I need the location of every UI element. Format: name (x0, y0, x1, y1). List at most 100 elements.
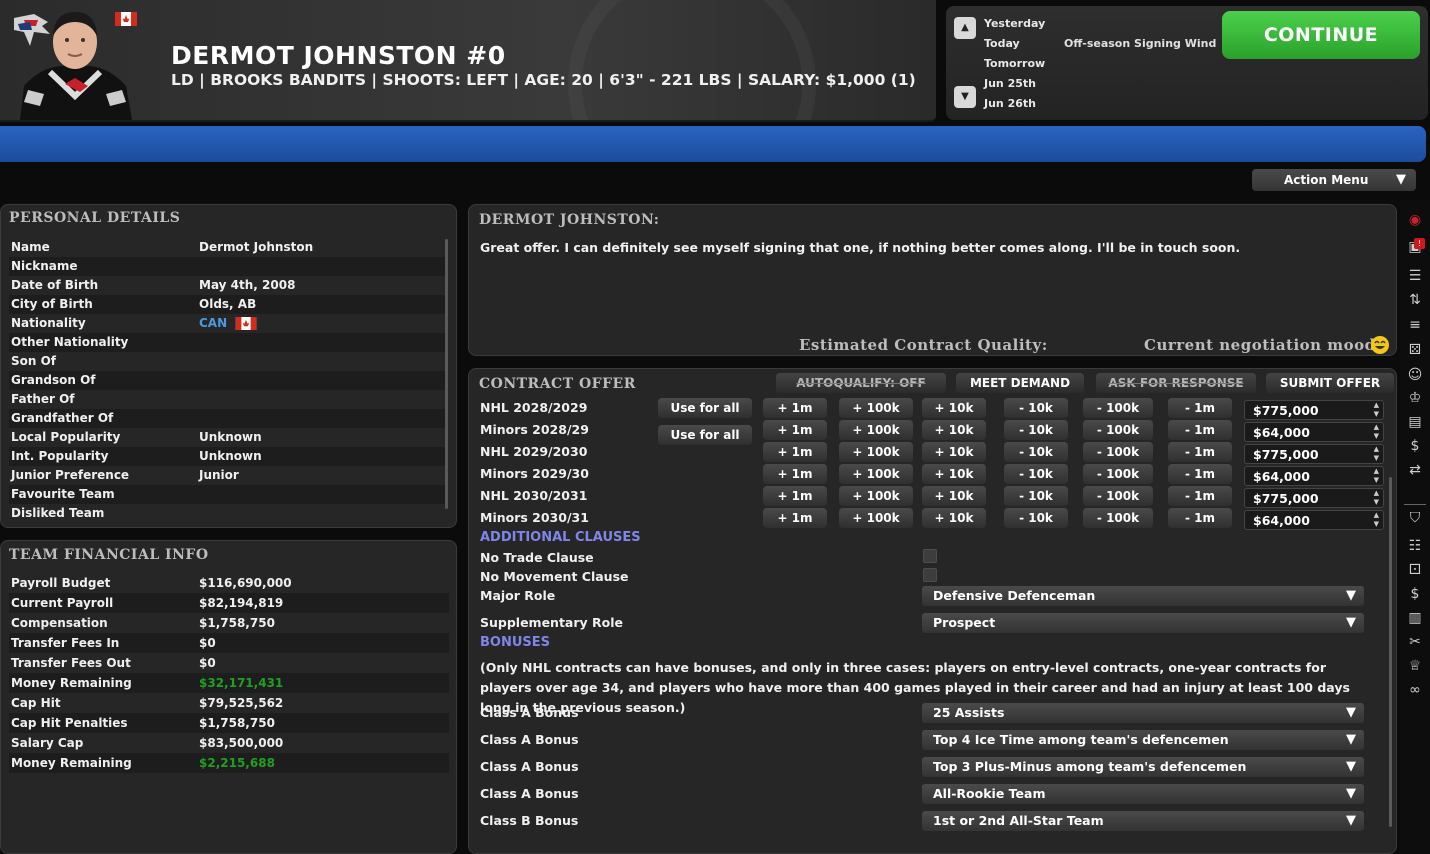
step-button[interactable]: + 10k (922, 464, 986, 484)
step-button[interactable]: - 1m (1168, 420, 1232, 440)
date-tomorrow[interactable]: Tomorrow (984, 57, 1045, 70)
date-yesterday[interactable]: Yesterday (984, 17, 1045, 30)
step-button[interactable]: - 10k (1004, 420, 1068, 440)
contract-offer-title: CONTRACT OFFER (479, 376, 636, 392)
amount-field[interactable]: $64,000 ▲ ▼ (1244, 510, 1384, 530)
use-for-all-nhl-button[interactable]: Use for all (658, 398, 752, 418)
team-logo-icon[interactable]: ◉ (1405, 210, 1425, 230)
step-button[interactable]: - 1m (1168, 508, 1232, 528)
trophy-icon[interactable]: ♕ (1405, 656, 1425, 676)
date-jun-26[interactable]: Jun 26th (984, 97, 1036, 110)
stepper-icon[interactable]: ▲ ▼ (1374, 445, 1379, 463)
step-button[interactable]: - 100k (1083, 398, 1153, 418)
step-button[interactable]: + 1m (763, 508, 827, 528)
autoqualify-button[interactable]: AUTOQUALIFY: OFF (776, 373, 946, 393)
trade-icon[interactable]: ⇄ (1405, 460, 1425, 480)
personal-row: Son Of (11, 354, 57, 368)
personal-scrollbar[interactable] (445, 239, 448, 509)
list-icon[interactable]: ≡ (1405, 315, 1425, 335)
step-button[interactable]: - 1m (1168, 464, 1232, 484)
step-button[interactable]: - 100k (1083, 486, 1153, 506)
dice-icon[interactable]: ⚀ (1405, 560, 1425, 580)
action-menu-dropdown[interactable]: Action Menu ▼ (1252, 169, 1416, 191)
date-up-button[interactable]: ▲ (954, 17, 976, 39)
step-button[interactable]: - 10k (1004, 398, 1068, 418)
no-movement-checkbox[interactable] (923, 568, 937, 582)
amount-field[interactable]: $775,000 ▲ ▼ (1244, 400, 1384, 420)
amount-field[interactable]: $64,000 ▲ ▼ (1244, 422, 1384, 442)
step-button[interactable]: + 1m (763, 420, 827, 440)
schedule-icon[interactable]: ☷ (1405, 536, 1425, 556)
step-button[interactable]: + 100k (839, 442, 913, 462)
stepper-icon[interactable]: ▲ ▼ (1374, 489, 1379, 507)
step-button[interactable]: - 10k (1004, 508, 1068, 528)
step-button[interactable]: + 10k (922, 398, 986, 418)
binoculars-icon[interactable]: ∞ (1405, 680, 1425, 700)
amount-field[interactable]: $775,000 ▲ ▼ (1244, 444, 1384, 464)
use-for-all-minors-button[interactable]: Use for all (658, 425, 752, 445)
finance-icon[interactable]: $ (1405, 584, 1425, 604)
submit-offer-button[interactable]: SUBMIT OFFER (1266, 373, 1394, 393)
step-button[interactable]: + 10k (922, 508, 986, 528)
supplementary-role-dropdown[interactable]: Prospect ▼ (922, 613, 1364, 633)
document-icon[interactable]: ▤ (1405, 412, 1425, 432)
financial-panel: TEAM FINANCIAL INFO Payroll Budget $116,6… (0, 540, 457, 854)
step-button[interactable]: - 100k (1083, 464, 1153, 484)
step-button[interactable]: + 1m (763, 464, 827, 484)
stats-icon[interactable]: ▥ (1405, 608, 1425, 628)
step-button[interactable]: + 100k (839, 464, 913, 484)
financial-row: Salary Cap $83,500,000 (11, 736, 284, 750)
step-button[interactable]: - 1m (1168, 486, 1232, 506)
amount-field[interactable]: $775,000 ▲ ▼ (1244, 488, 1384, 508)
staff-icon[interactable]: ☺ (1405, 365, 1425, 385)
bonus-dropdown[interactable]: 25 Assists ▼ (922, 703, 1364, 723)
step-button[interactable]: - 10k (1004, 486, 1068, 506)
step-button[interactable]: + 10k (922, 486, 986, 506)
league-logo-icon[interactable]: ⛉ (1405, 508, 1425, 528)
step-button[interactable]: + 1m (763, 486, 827, 506)
ask-for-response-button[interactable]: ASK FOR RESPONSE (1096, 373, 1256, 393)
step-button[interactable]: + 10k (922, 442, 986, 462)
stepper-icon[interactable]: ▲ ▼ (1374, 467, 1379, 485)
stepper-icon[interactable]: ▲ ▼ (1374, 401, 1379, 419)
personal-row: Nickname (9, 257, 445, 276)
step-button[interactable]: - 10k (1004, 464, 1068, 484)
step-button[interactable]: - 1m (1168, 398, 1232, 418)
stepper-icon[interactable]: ▲ ▼ (1374, 511, 1379, 529)
step-button[interactable]: + 10k (922, 420, 986, 440)
no-trade-checkbox[interactable] (923, 549, 937, 563)
negotiation-mood-label: Current negotiation mood: (1144, 336, 1382, 354)
step-button[interactable]: + 100k (839, 486, 913, 506)
step-button[interactable]: + 1m (763, 398, 827, 418)
bonus-dropdown[interactable]: Top 3 Plus-Minus among team's defencemen… (922, 757, 1364, 777)
chevron-down-icon: ▼ (961, 91, 969, 102)
continue-button[interactable]: CONTINUE (1222, 11, 1420, 59)
date-jun-25[interactable]: Jun 25th (984, 77, 1036, 90)
step-button[interactable]: - 100k (1083, 508, 1153, 528)
tools-icon[interactable]: ✂ (1405, 632, 1425, 652)
bonus-dropdown[interactable]: All-Rookie Team ▼ (922, 784, 1364, 804)
roster-icon[interactable]: ☰ (1405, 266, 1425, 286)
meet-demand-button[interactable]: MEET DEMAND (956, 373, 1084, 393)
step-button[interactable]: + 1m (763, 442, 827, 462)
contract-scrollbar[interactable] (1389, 477, 1392, 827)
bonus-dropdown[interactable]: 1st or 2nd All-Star Team ▼ (922, 811, 1364, 831)
finance-icon[interactable]: $ (1405, 436, 1425, 456)
step-button[interactable]: - 1m (1168, 442, 1232, 462)
major-role-dropdown[interactable]: Defensive Defenceman ▼ (922, 586, 1364, 606)
bonus-dropdown[interactable]: Top 4 Ice Time among team's defencemen ▼ (922, 730, 1364, 750)
amount-field[interactable]: $64,000 ▲ ▼ (1244, 466, 1384, 486)
step-button[interactable]: - 100k (1083, 442, 1153, 462)
nationality-link[interactable]: CAN (199, 314, 227, 333)
step-button[interactable]: + 100k (839, 420, 913, 440)
stepper-icon[interactable]: ▲ ▼ (1374, 423, 1379, 441)
trophy-icon[interactable]: ♔ (1405, 388, 1425, 408)
step-button[interactable]: - 100k (1083, 420, 1153, 440)
step-button[interactable]: + 100k (839, 508, 913, 528)
date-down-button[interactable]: ▼ (954, 86, 976, 108)
step-button[interactable]: - 10k (1004, 442, 1068, 462)
date-today[interactable]: Today (984, 37, 1020, 50)
lines-icon[interactable]: ⇅ (1405, 290, 1425, 310)
dice-icon[interactable]: ⚄ (1405, 340, 1425, 360)
step-button[interactable]: + 100k (839, 398, 913, 418)
